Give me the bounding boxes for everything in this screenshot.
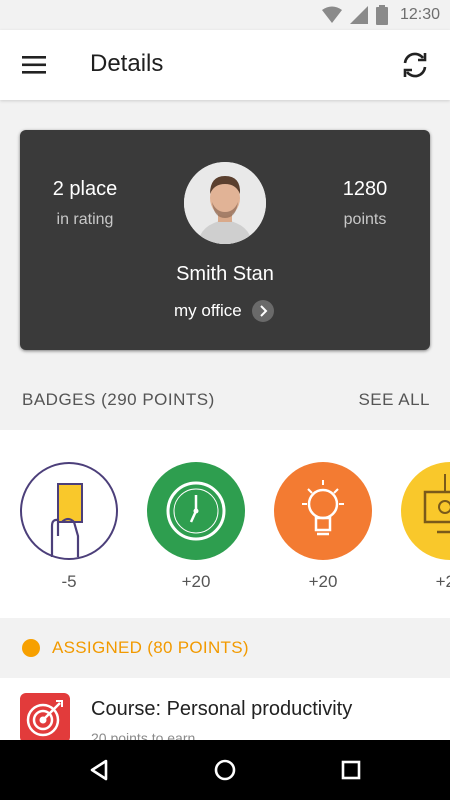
lightbulb-icon	[274, 462, 372, 560]
navigation-bar	[0, 740, 450, 800]
my-office-label: my office	[174, 301, 242, 320]
badge-item[interactable]: +20	[401, 462, 450, 592]
assigned-header: ASSIGNED (80 POINTS)	[22, 638, 249, 658]
back-icon[interactable]	[84, 755, 114, 785]
badges-title: BADGES (290 POINTS)	[22, 390, 215, 409]
wifi-icon	[321, 6, 342, 23]
badge-points: +20	[435, 572, 450, 591]
course-title: Course: Personal productivity	[91, 698, 353, 720]
target-icon	[20, 693, 70, 743]
menu-icon[interactable]	[22, 54, 48, 76]
my-office-link[interactable]: my office	[174, 300, 274, 322]
home-icon[interactable]	[210, 755, 240, 785]
chevron-right-icon	[251, 300, 274, 322]
status-bar: 12:30	[0, 0, 450, 30]
rank-stat: 2 place in rating	[20, 178, 150, 229]
badge-item[interactable]: -5	[20, 462, 118, 592]
profile-card: 2 place in rating 1280 points Smith Stan…	[20, 130, 430, 350]
rank-label: in rating	[56, 211, 114, 228]
badges-header: BADGES (290 POINTS) SEE ALL	[22, 390, 430, 410]
app-bar: Details	[0, 30, 450, 100]
badge-points: +20	[308, 572, 338, 591]
signal-icon	[349, 6, 368, 24]
points-value: 1280	[342, 178, 388, 200]
badge-points: -5	[61, 572, 77, 591]
bug-monitor-icon	[401, 462, 450, 560]
page-title: Details	[90, 50, 164, 77]
points-label: points	[343, 211, 387, 228]
course-card[interactable]: Course: Personal productivity 20 points …	[0, 678, 450, 748]
profile-name: Smith Stan	[176, 263, 274, 285]
badge-points: +20	[181, 572, 211, 591]
recents-icon[interactable]	[336, 755, 366, 785]
badges-list[interactable]: -5 +20 +20 +	[0, 430, 450, 618]
avatar	[184, 162, 266, 244]
assigned-title: ASSIGNED (80 POINTS)	[52, 638, 249, 657]
rank-value: 2 place	[52, 178, 118, 200]
badge-item[interactable]: +20	[147, 462, 245, 592]
badge-item[interactable]: +20	[274, 462, 372, 592]
status-dot-icon	[22, 639, 40, 657]
yellow-card-icon	[20, 462, 118, 560]
refresh-icon[interactable]	[400, 50, 430, 80]
clock-icon	[147, 462, 245, 560]
points-stat: 1280 points	[300, 178, 430, 229]
see-all-button[interactable]: SEE ALL	[358, 390, 430, 410]
battery-icon	[375, 5, 388, 25]
status-time: 12:30	[399, 6, 440, 23]
